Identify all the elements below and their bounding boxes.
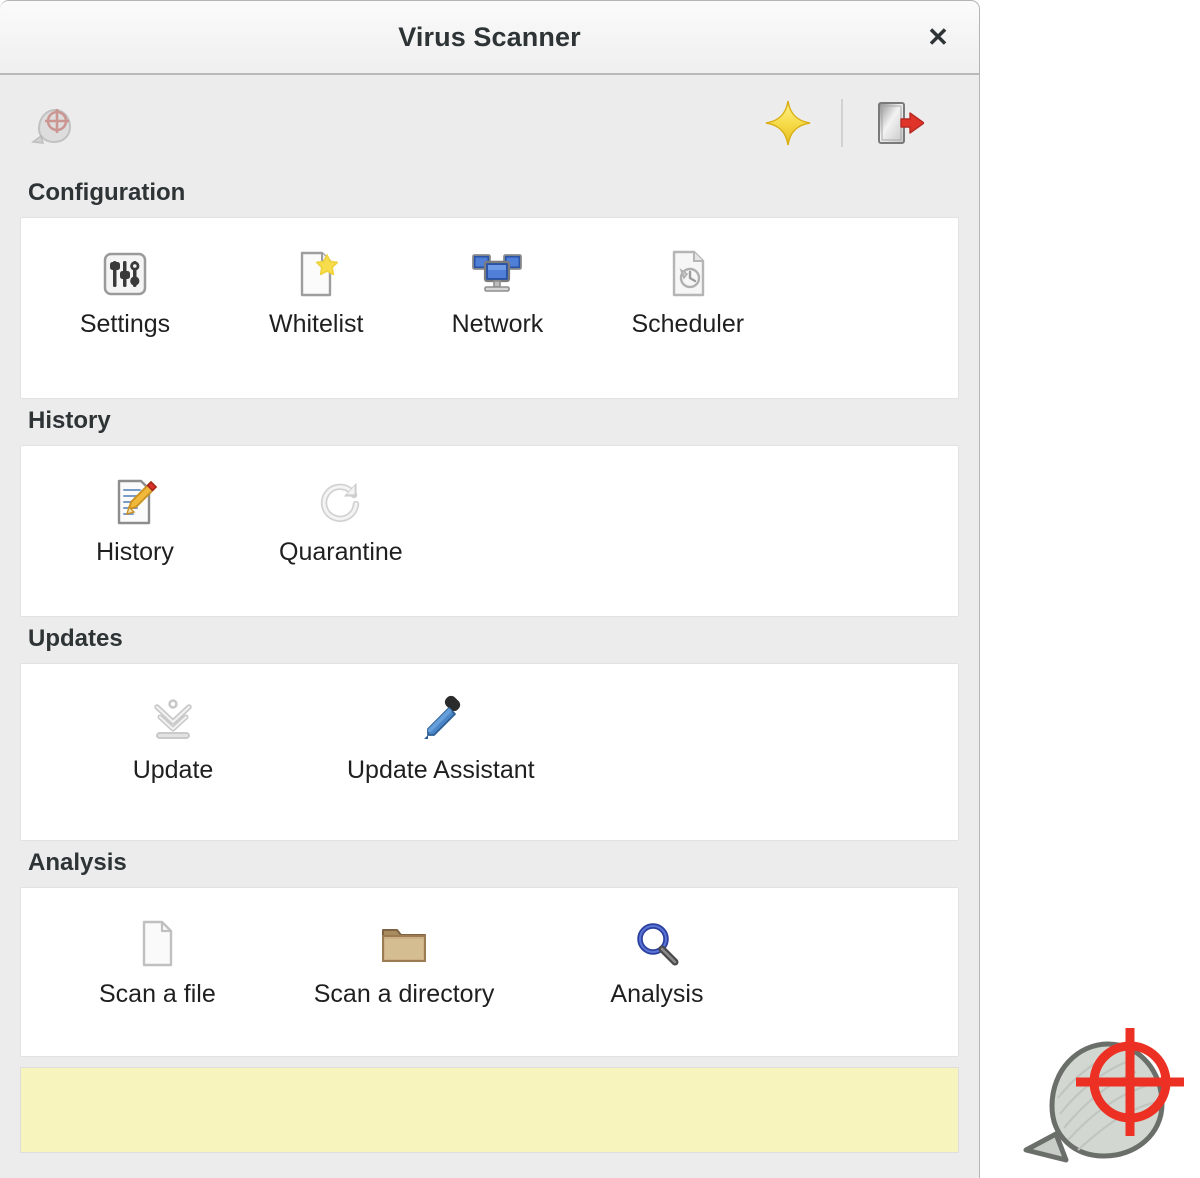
eyedropper-icon <box>416 692 466 748</box>
tile-whitelist[interactable]: Whitelist <box>259 242 373 343</box>
section-band-configuration: Configuration <box>0 171 979 217</box>
section-label-configuration: Configuration <box>28 179 186 206</box>
tile-label-update-assistant: Update Assistant <box>347 756 535 784</box>
new-scan-star-icon[interactable] <box>757 92 819 154</box>
toolbar <box>0 75 979 171</box>
document-clock-icon <box>663 246 713 302</box>
status-message-panel <box>20 1067 959 1153</box>
section-card-analysis: Scan a file Scan a directory Analysis <box>20 887 959 1057</box>
section-card-updates: Update Update Assistant <box>20 663 959 841</box>
tile-scheduler[interactable]: Scheduler <box>621 242 754 343</box>
tile-label-settings: Settings <box>79 310 171 338</box>
tile-quarantine[interactable]: Quarantine <box>269 470 413 571</box>
section-card-configuration: Settings Whitelist Network Scheduler <box>20 217 959 399</box>
tile-label-history: History <box>96 538 174 566</box>
section-label-analysis: Analysis <box>28 849 127 876</box>
refresh-circle-icon <box>316 474 366 530</box>
tile-analysis[interactable]: Analysis <box>600 912 713 1013</box>
quit-icon[interactable] <box>865 92 927 154</box>
close-button[interactable]: ✕ <box>921 20 955 54</box>
screen: Virus Scanner ✕ Configuration Settings W… <box>0 0 1200 1178</box>
section-band-updates: Updates <box>0 617 979 663</box>
tile-history[interactable]: History <box>79 470 191 571</box>
document-pencil-icon <box>109 474 161 530</box>
tile-label-quarantine: Quarantine <box>279 538 403 566</box>
tile-label-scan-a-directory: Scan a directory <box>313 980 495 1008</box>
network-monitors-icon <box>470 246 524 302</box>
tile-label-scheduler: Scheduler <box>631 310 745 338</box>
tile-scan-a-file[interactable]: Scan a file <box>89 912 226 1013</box>
toolbar-separator <box>841 99 843 147</box>
tile-label-whitelist: Whitelist <box>269 310 364 338</box>
document-star-icon <box>291 246 341 302</box>
tile-label-scan-a-file: Scan a file <box>99 980 216 1008</box>
tile-update[interactable]: Update <box>117 688 229 789</box>
tile-label-update: Update <box>132 756 214 784</box>
title-bar: Virus Scanner ✕ <box>0 1 979 75</box>
folder-icon <box>378 916 430 972</box>
tile-label-analysis: Analysis <box>610 980 704 1008</box>
section-band-analysis: Analysis <box>0 841 979 887</box>
section-band-history: History <box>0 399 979 445</box>
tile-network[interactable]: Network <box>441 242 553 343</box>
section-card-history: History Quarantine <box>20 445 959 617</box>
blank-document-icon <box>134 916 180 972</box>
window-title: Virus Scanner <box>398 21 581 52</box>
tile-settings[interactable]: Settings <box>69 242 181 343</box>
tile-update-assistant[interactable]: Update Assistant <box>337 688 545 789</box>
tile-label-network: Network <box>451 310 544 338</box>
app-logo-icon[interactable] <box>22 92 84 154</box>
magnifier-icon <box>632 916 682 972</box>
virus-crosshair-logo <box>1008 1010 1188 1170</box>
sections-container: Configuration Settings Whitelist Network… <box>0 171 979 1057</box>
settings-sliders-icon <box>100 246 150 302</box>
virus-scanner-window: Virus Scanner ✕ Configuration Settings W… <box>0 0 980 1178</box>
tile-scan-a-directory[interactable]: Scan a directory <box>304 912 505 1013</box>
section-label-history: History <box>28 407 111 434</box>
download-tray-icon <box>147 692 199 748</box>
section-label-updates: Updates <box>28 625 123 652</box>
status-panel-wrapper <box>0 1057 979 1153</box>
